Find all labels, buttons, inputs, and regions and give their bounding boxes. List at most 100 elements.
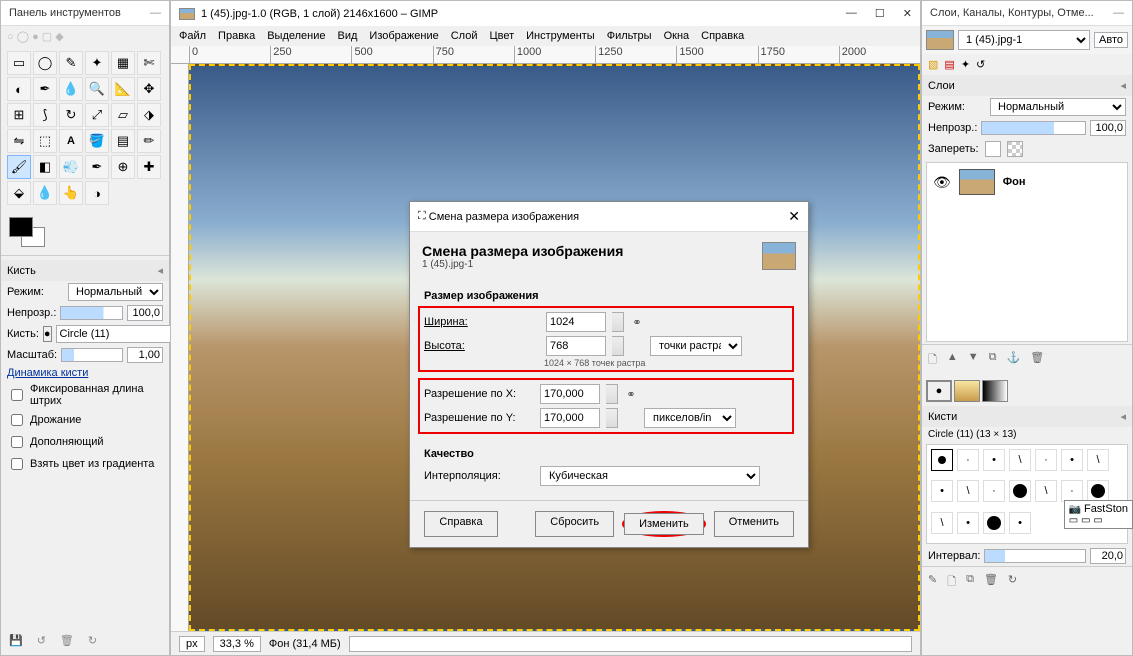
- brush-cell[interactable]: •: [1061, 449, 1083, 471]
- tool-measure[interactable]: 📐: [111, 77, 135, 101]
- brush-grid[interactable]: · • \ · • \ • \ · \ · \ • •: [926, 444, 1128, 544]
- layer-name[interactable]: Фон: [1003, 176, 1026, 188]
- size-unit-select[interactable]: точки растра: [650, 336, 742, 356]
- opt-fixed-length[interactable]: [11, 389, 23, 401]
- ok-button[interactable]: Изменить: [624, 513, 704, 535]
- tool-by-color[interactable]: ▦: [111, 51, 135, 75]
- tool-ink[interactable]: ✒: [85, 155, 109, 179]
- resy-input[interactable]: [540, 408, 600, 428]
- anchor-layer-icon[interactable]: ⚓: [1007, 351, 1021, 370]
- reset-options-icon[interactable]: ↻: [88, 634, 97, 647]
- scale-value[interactable]: 1,00: [127, 347, 163, 363]
- lower-layer-icon[interactable]: ▼: [968, 351, 979, 370]
- brush-cell[interactable]: •: [931, 480, 953, 502]
- tool-color-picker[interactable]: 💧: [59, 77, 83, 101]
- brush-cell[interactable]: [931, 449, 953, 471]
- tool-bucket[interactable]: 🪣: [85, 129, 109, 153]
- res-unit-select[interactable]: пикселов/in: [644, 408, 736, 428]
- duplicate-brush-icon[interactable]: ⧉: [966, 573, 974, 592]
- tool-ellipse-select[interactable]: ◯: [33, 51, 57, 75]
- tool-cage[interactable]: ⬚: [33, 129, 57, 153]
- brush-cell[interactable]: •: [983, 449, 1005, 471]
- menu-layer[interactable]: Слой: [451, 30, 478, 42]
- tool-scissors[interactable]: ✄: [137, 51, 161, 75]
- brush-cell[interactable]: \: [1009, 449, 1031, 471]
- layers-list[interactable]: 👁 Фон: [926, 162, 1128, 342]
- mode-select[interactable]: Нормальный: [68, 283, 163, 301]
- brush-cell[interactable]: \: [1087, 449, 1109, 471]
- tool-rect-select[interactable]: ▭: [7, 51, 31, 75]
- help-button[interactable]: Справка: [424, 511, 498, 537]
- cancel-button[interactable]: Отменить: [714, 511, 794, 537]
- layer-opacity-value[interactable]: 100,0: [1090, 120, 1126, 136]
- tab-channels-icon[interactable]: ▤: [944, 58, 954, 71]
- delete-layer-icon[interactable]: 🗑: [1030, 351, 1044, 370]
- lock-alpha[interactable]: [1007, 141, 1023, 157]
- brush-cell[interactable]: [1009, 480, 1031, 502]
- brush-cell[interactable]: ·: [983, 480, 1005, 502]
- minimize-button[interactable]: —: [846, 7, 857, 20]
- status-unit[interactable]: px: [179, 636, 205, 652]
- menu-tools[interactable]: Инструменты: [526, 30, 595, 42]
- tool-perspective-clone[interactable]: ⬙: [7, 181, 31, 205]
- brush-preview-icon[interactable]: ●: [43, 326, 52, 342]
- auto-button[interactable]: Авто: [1094, 32, 1128, 48]
- tool-fuzzy-select[interactable]: ✦: [85, 51, 109, 75]
- chain-icon[interactable]: ⚭: [630, 316, 644, 329]
- brush-cell[interactable]: ·: [957, 449, 979, 471]
- lock-pixels[interactable]: [985, 141, 1001, 157]
- edit-brush-icon[interactable]: ✎: [928, 573, 937, 592]
- tool-text[interactable]: A: [59, 129, 83, 153]
- resx-input[interactable]: [540, 384, 600, 404]
- res-chain-icon[interactable]: ⚭: [624, 388, 638, 401]
- menu-filters[interactable]: Фильтры: [607, 30, 652, 42]
- tool-eraser[interactable]: ◧: [33, 155, 57, 179]
- interp-select[interactable]: Кубическая: [540, 466, 760, 486]
- minimize-icon[interactable]: —: [1113, 7, 1124, 19]
- tool-align[interactable]: ⊞: [7, 103, 31, 127]
- minimize-icon[interactable]: —: [150, 7, 161, 19]
- interval-value[interactable]: 20,0: [1090, 548, 1126, 564]
- opt-incremental[interactable]: [11, 436, 23, 448]
- layer-mode-select[interactable]: Нормальный: [990, 98, 1126, 116]
- opt-gradient-color[interactable]: [11, 458, 23, 470]
- height-spinner[interactable]: [612, 336, 624, 356]
- layer-row[interactable]: 👁 Фон: [927, 163, 1127, 201]
- color-swatch[interactable]: [1, 209, 169, 255]
- gradient-swatch[interactable]: [982, 380, 1008, 402]
- tool-smudge[interactable]: 👆: [59, 181, 83, 205]
- new-brush-icon[interactable]: 🗋: [947, 573, 956, 592]
- dialog-titlebar[interactable]: ⛶ Смена размера изображения ✕: [410, 202, 808, 232]
- reset-button[interactable]: Сбросить: [535, 511, 614, 537]
- tab-layers-icon[interactable]: ▧: [928, 58, 938, 71]
- menu-windows[interactable]: Окна: [664, 30, 690, 42]
- save-options-icon[interactable]: 💾: [9, 634, 23, 647]
- resy-spinner[interactable]: [606, 408, 618, 428]
- interval-slider[interactable]: [984, 549, 1086, 563]
- dynamics-link[interactable]: Динамика кисти: [1, 365, 169, 381]
- image-select[interactable]: 1 (45).jpg-1: [958, 30, 1090, 50]
- tool-shear[interactable]: ▱: [111, 103, 135, 127]
- brush-cell[interactable]: •: [1009, 512, 1031, 534]
- tool-move[interactable]: ✥: [137, 77, 161, 101]
- tool-paintbrush[interactable]: 🖌: [7, 155, 31, 179]
- layer-opacity-slider[interactable]: [981, 121, 1086, 135]
- tool-blur[interactable]: 💧: [33, 181, 57, 205]
- tool-dodge[interactable]: ◑: [85, 181, 109, 205]
- brush-cell[interactable]: •: [957, 512, 979, 534]
- opacity-value[interactable]: 100,0: [127, 305, 163, 321]
- brush-swatch-active[interactable]: ●: [926, 380, 952, 402]
- menu-edit[interactable]: Правка: [218, 30, 255, 42]
- tool-perspective[interactable]: ⬗: [137, 103, 161, 127]
- tool-rotate[interactable]: ↻: [59, 103, 83, 127]
- opt-jitter[interactable]: [11, 414, 23, 426]
- tool-airbrush[interactable]: 💨: [59, 155, 83, 179]
- fg-color[interactable]: [9, 217, 33, 237]
- brush-cell[interactable]: \: [931, 512, 953, 534]
- width-spinner[interactable]: [612, 312, 624, 332]
- raise-layer-icon[interactable]: ▲: [947, 351, 958, 370]
- tool-scale[interactable]: ⤢: [85, 103, 109, 127]
- brush-cell[interactable]: \: [1035, 480, 1057, 502]
- pattern-swatch[interactable]: [954, 380, 980, 402]
- tool-flip[interactable]: ⇋: [7, 129, 31, 153]
